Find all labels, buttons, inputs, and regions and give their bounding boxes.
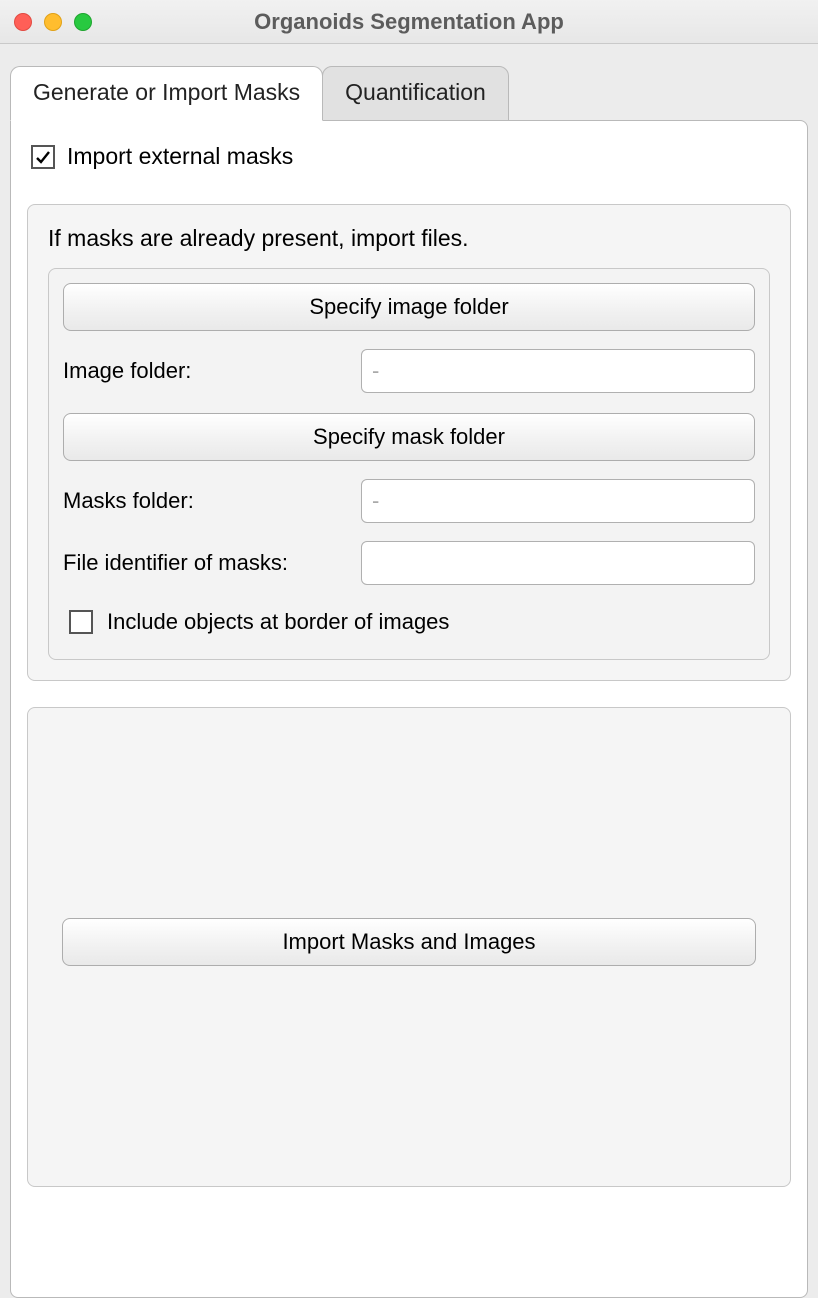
tab-generate-or-import-masks[interactable]: Generate or Import Masks	[10, 66, 323, 121]
zoom-icon[interactable]	[74, 13, 92, 31]
import-files-heading: If masks are already present, import fil…	[48, 225, 770, 252]
import-masks-and-images-button[interactable]: Import Masks and Images	[62, 918, 755, 966]
specify-mask-folder-button[interactable]: Specify mask folder	[63, 413, 755, 461]
tabstrip: Generate or Import Masks Quantification	[10, 66, 808, 121]
import-external-masks-label: Import external masks	[67, 143, 293, 170]
close-icon[interactable]	[14, 13, 32, 31]
import-action-group: Import Masks and Images	[27, 707, 791, 1187]
image-folder-label: Image folder:	[63, 358, 361, 384]
import-files-inner: Specify image folder Image folder: Speci…	[48, 268, 770, 660]
masks-folder-input[interactable]	[361, 479, 755, 523]
import-external-masks-row: Import external masks	[31, 143, 787, 170]
file-identifier-label: File identifier of masks:	[63, 550, 361, 576]
image-folder-input[interactable]	[361, 349, 755, 393]
masks-folder-row: Masks folder:	[63, 479, 755, 523]
tabs-container: Generate or Import Masks Quantification …	[0, 44, 818, 1298]
include-border-label: Include objects at border of images	[107, 609, 449, 635]
file-identifier-input[interactable]	[361, 541, 755, 585]
window-titlebar: Organoids Segmentation App	[0, 0, 818, 44]
minimize-icon[interactable]	[44, 13, 62, 31]
image-folder-row: Image folder:	[63, 349, 755, 393]
include-border-checkbox[interactable]	[69, 610, 93, 634]
include-border-row: Include objects at border of images	[69, 609, 755, 635]
window-title: Organoids Segmentation App	[0, 9, 818, 35]
import-files-group: If masks are already present, import fil…	[27, 204, 791, 681]
tab-quantification[interactable]: Quantification	[322, 66, 509, 121]
masks-folder-label: Masks folder:	[63, 488, 361, 514]
window-controls	[14, 13, 92, 31]
tab-panel-generate: Import external masks If masks are alrea…	[10, 120, 808, 1298]
import-external-masks-checkbox[interactable]	[31, 145, 55, 169]
file-identifier-row: File identifier of masks:	[63, 541, 755, 585]
specify-image-folder-button[interactable]: Specify image folder	[63, 283, 755, 331]
